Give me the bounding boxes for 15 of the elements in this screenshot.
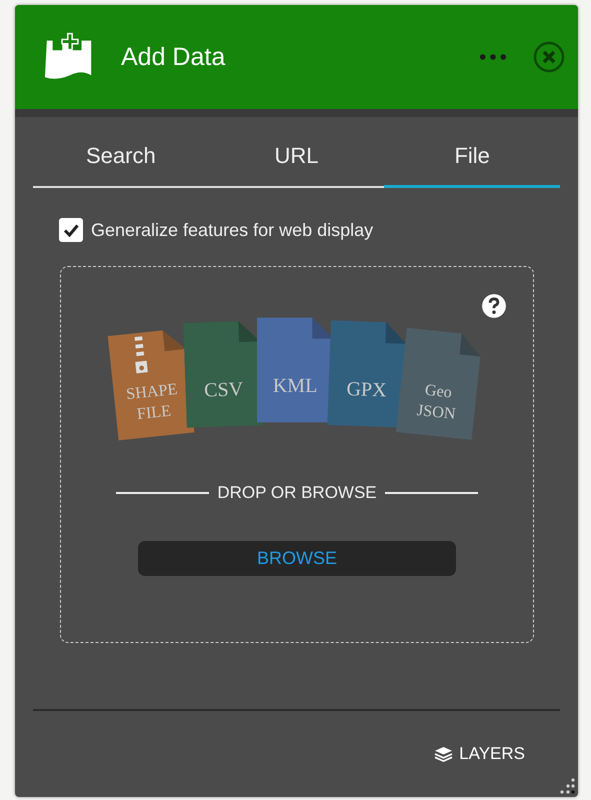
drop-zone[interactable]: SHAPE FILE CSV KML GPX Geo JSON DROP OR BROWSE BROWSE: [60, 266, 534, 643]
layers-icon: [434, 746, 454, 762]
window-title: Add Data: [121, 42, 226, 72]
help-icon[interactable]: [481, 293, 507, 319]
tab[interactable]: File: [384, 131, 560, 188]
drop-label: DROP OR BROWSE: [217, 483, 377, 503]
resize-grip-icon[interactable]: [559, 778, 575, 794]
more-icon[interactable]: [479, 53, 507, 61]
layers-link[interactable]: LAYERS: [434, 744, 525, 764]
checkbox-label: Generalize features for web display: [91, 220, 374, 240]
browse-button[interactable]: BROWSE: [138, 541, 456, 576]
close-icon[interactable]: [533, 41, 565, 73]
tab[interactable]: URL: [208, 131, 384, 188]
checkbox[interactable]: [59, 218, 83, 242]
tab[interactable]: Search: [33, 131, 209, 188]
